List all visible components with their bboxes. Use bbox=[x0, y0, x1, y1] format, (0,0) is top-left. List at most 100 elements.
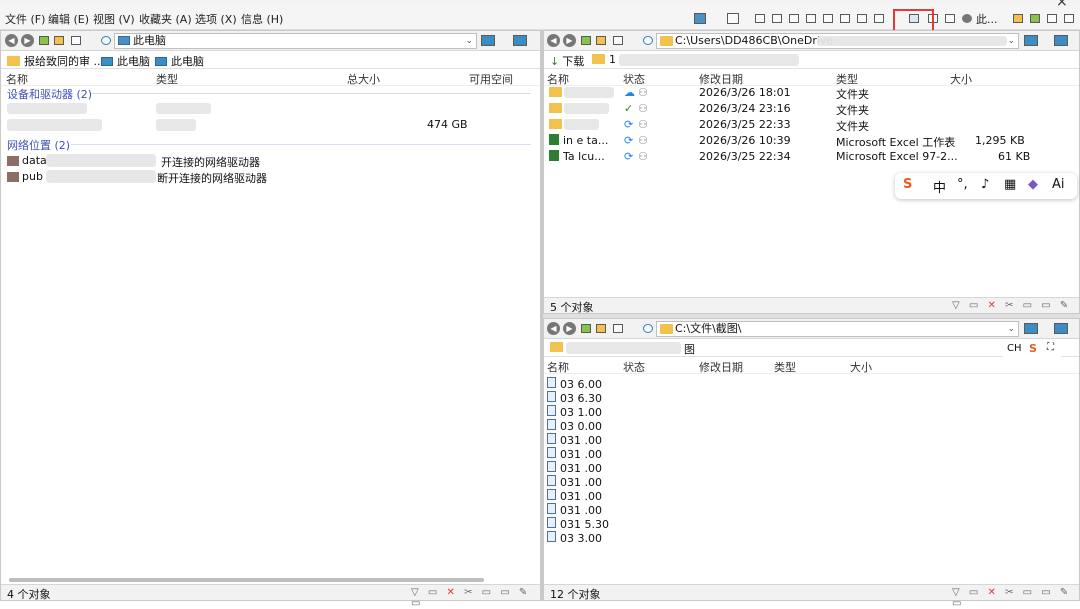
column-type[interactable]: 类型 bbox=[774, 359, 796, 375]
bookmark-item[interactable]: 此电脑 bbox=[101, 53, 150, 69]
this-pc-toolbar-label[interactable]: 此... bbox=[976, 11, 998, 27]
chevron-down-icon[interactable]: ⌄ bbox=[1007, 34, 1015, 48]
monitor-icon[interactable] bbox=[1024, 35, 1038, 46]
table-row[interactable]: ✓ ⚇ 2026/3/24 23:16 文件夹 bbox=[544, 101, 1079, 117]
object-count[interactable]: 5 个对象 bbox=[550, 299, 594, 315]
refresh-icon[interactable] bbox=[643, 324, 653, 333]
table-row[interactable]: ☁ ⚇ 2026/3/26 18:01 文件夹 bbox=[544, 85, 1079, 101]
ime-ai-button[interactable]: Ai bbox=[1052, 177, 1065, 192]
new-folder-icon[interactable] bbox=[54, 36, 64, 45]
sogou-logo-icon[interactable]: S bbox=[1029, 342, 1037, 355]
horizontal-scrollbar[interactable] bbox=[9, 578, 484, 582]
layout-icon[interactable] bbox=[755, 14, 765, 23]
column-free-space[interactable]: 可用空间 bbox=[469, 71, 513, 87]
sogou-logo-icon[interactable]: S bbox=[903, 177, 912, 192]
ime-chinese-toggle[interactable]: 中 bbox=[933, 177, 946, 196]
menu-view[interactable]: 视图 (V) bbox=[93, 11, 135, 27]
object-count[interactable]: 4 个对象 bbox=[7, 586, 51, 602]
keyboard-icon[interactable]: ▦ bbox=[1004, 177, 1016, 192]
up-icon[interactable] bbox=[39, 36, 49, 45]
menu-options[interactable]: 选项 (X) bbox=[195, 11, 237, 27]
forward-icon[interactable]: ▶ bbox=[563, 322, 576, 335]
pc-icon[interactable] bbox=[962, 14, 972, 23]
status-toolbar[interactable]: ▽ ▭ ✕ ✂ ▭ ▭ ✎ ▭ bbox=[952, 587, 1079, 609]
ime-language[interactable]: CH bbox=[1007, 343, 1022, 354]
layout-icon[interactable] bbox=[945, 14, 955, 23]
table-row[interactable]: Ta lcu... ⟳ ⚇ 2026/3/25 22:34 Microsoft … bbox=[544, 149, 1079, 165]
object-count[interactable]: 12 个对象 bbox=[550, 586, 601, 602]
menu-info[interactable]: 信息 (H) bbox=[241, 11, 283, 27]
bookmark-item[interactable]: 1 bbox=[592, 53, 616, 66]
layout-grid-icon[interactable] bbox=[727, 13, 739, 24]
list-item[interactable] bbox=[1, 101, 540, 117]
up-icon[interactable] bbox=[581, 324, 591, 333]
column-name[interactable]: 名称 bbox=[547, 359, 569, 375]
bookmark-downloads[interactable]: ↓ 下载 bbox=[550, 53, 584, 69]
layout-icon[interactable] bbox=[789, 14, 799, 23]
refresh-icon[interactable] bbox=[643, 36, 653, 45]
refresh-icon[interactable] bbox=[101, 36, 111, 45]
forward-icon[interactable]: ▶ bbox=[563, 34, 576, 47]
menu-favorites[interactable]: 收藏夹 (A) bbox=[139, 11, 192, 27]
top-right-address-input[interactable]: C:\Users\DD486CB\OneDrive ⌄ bbox=[656, 33, 1019, 49]
network-icon[interactable] bbox=[694, 13, 706, 24]
file-icon bbox=[547, 433, 556, 444]
up-icon[interactable] bbox=[581, 36, 591, 45]
bottom-right-address-input[interactable]: C:\文件\截图\ ⌄ bbox=[656, 321, 1019, 337]
bookmark-item[interactable] bbox=[550, 341, 567, 354]
back-icon[interactable]: ◀ bbox=[547, 322, 560, 335]
layout-icon[interactable] bbox=[840, 14, 850, 23]
chevron-down-icon[interactable]: ⌄ bbox=[465, 34, 473, 48]
left-address-input[interactable]: 此电脑 ⌄ bbox=[114, 33, 477, 49]
layout-icon[interactable] bbox=[874, 14, 884, 23]
column-size[interactable]: 大小 bbox=[850, 359, 872, 375]
column-type[interactable]: 类型 bbox=[156, 71, 178, 87]
menu-edit[interactable]: 编辑 (E) bbox=[48, 11, 89, 27]
forward-icon[interactable]: ▶ bbox=[21, 34, 34, 47]
microphone-icon[interactable]: ♪ bbox=[981, 177, 989, 192]
layout-icon[interactable] bbox=[772, 14, 782, 23]
expand-icon[interactable]: ⛶ bbox=[1047, 342, 1054, 353]
monitor-icon[interactable] bbox=[1054, 35, 1068, 46]
tools-icon[interactable] bbox=[1047, 14, 1057, 23]
view-icon[interactable] bbox=[613, 36, 623, 45]
monitor-icon[interactable] bbox=[481, 35, 495, 46]
group-devices[interactable]: 设备和驱动器 (2) bbox=[7, 86, 92, 102]
monitor-icon[interactable] bbox=[513, 35, 527, 46]
column-name[interactable]: 名称 bbox=[6, 71, 28, 87]
list-item[interactable]: 03 3.00 bbox=[544, 530, 1079, 546]
layout-icon[interactable] bbox=[806, 14, 816, 23]
chevron-down-icon[interactable]: ⌄ bbox=[1007, 322, 1015, 336]
menu-file[interactable]: 文件 (F) bbox=[5, 11, 45, 27]
window-icon[interactable] bbox=[1064, 14, 1074, 23]
bookmark-item[interactable]: 报给致同的审 ... bbox=[7, 53, 104, 69]
punctuation-icon[interactable]: °, bbox=[957, 177, 968, 192]
column-status[interactable]: 状态 bbox=[623, 359, 645, 375]
back-icon[interactable]: ◀ bbox=[5, 34, 18, 47]
new-folder-icon[interactable] bbox=[596, 324, 606, 333]
bookmark-item[interactable]: 此电脑 bbox=[155, 53, 204, 69]
list-item[interactable]: 474 GB bbox=[1, 117, 540, 133]
list-item[interactable]: pub 断开连接的网络驱动器 bbox=[1, 169, 540, 185]
monitor-icon[interactable] bbox=[1024, 323, 1038, 334]
list-item[interactable]: data 开连接的网络驱动器 bbox=[1, 153, 540, 169]
folder-icon[interactable] bbox=[1013, 14, 1023, 23]
table-row[interactable]: in e ta... ⟳ ⚇ 2026/3/26 10:39 Microsoft… bbox=[544, 133, 1079, 149]
view-icon[interactable] bbox=[613, 324, 623, 333]
check-circle-icon: ✓ bbox=[624, 102, 634, 115]
back-icon[interactable]: ◀ bbox=[547, 34, 560, 47]
star-icon[interactable] bbox=[1030, 14, 1040, 23]
layout-icon[interactable] bbox=[823, 14, 833, 23]
new-folder-icon[interactable] bbox=[596, 36, 606, 45]
table-row[interactable]: ⟳ ⚇ 2026/3/25 22:33 文件夹 bbox=[544, 117, 1079, 133]
column-total-size[interactable]: 总大小 bbox=[347, 71, 380, 87]
group-network[interactable]: 网络位置 (2) bbox=[7, 137, 70, 153]
network-drive-icon bbox=[7, 156, 19, 166]
skin-icon[interactable]: ◆ bbox=[1028, 177, 1038, 192]
status-toolbar[interactable]: ▽ ▭ ✕ ✂ ▭ ▭ ✎ ▭ bbox=[411, 587, 540, 609]
column-modified[interactable]: 修改日期 bbox=[699, 359, 743, 375]
view-icon[interactable] bbox=[71, 36, 81, 45]
top-right-bookmark-bar: ↓ 下载 1 bbox=[544, 51, 1079, 69]
layout-icon[interactable] bbox=[857, 14, 867, 23]
monitor-icon[interactable] bbox=[1054, 323, 1068, 334]
